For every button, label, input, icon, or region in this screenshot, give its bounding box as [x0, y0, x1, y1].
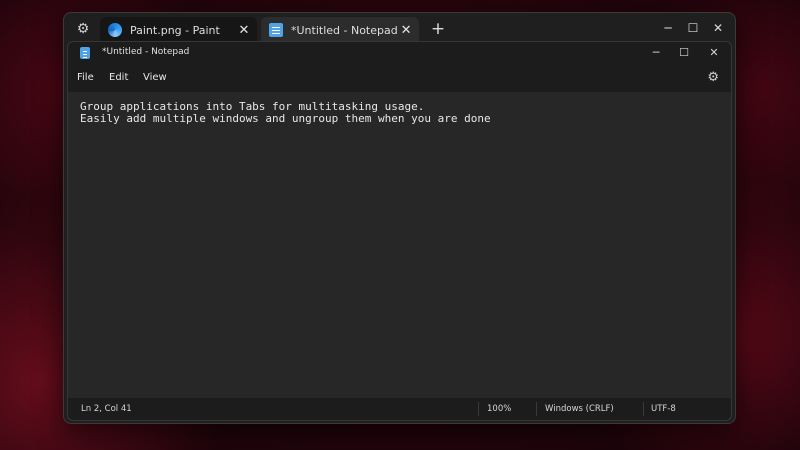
menu-bar: File Edit View ⚙	[68, 64, 731, 92]
menu-view[interactable]: View	[143, 72, 167, 83]
tab-paint[interactable]: Paint.png - Paint ✕	[100, 17, 257, 43]
maximize-button[interactable]: ☐	[672, 44, 696, 62]
close-icon[interactable]: ✕	[397, 23, 415, 38]
paint-icon	[108, 23, 122, 37]
settings-gear-icon[interactable]: ⚙	[707, 70, 719, 85]
minimize-button[interactable]: ─	[644, 44, 668, 62]
maximize-button[interactable]: ☐	[680, 19, 706, 37]
close-button[interactable]: ✕	[705, 19, 731, 37]
notepad-titlebar: *Untitled - Notepad ─ ☐ ✕	[68, 42, 731, 64]
encoding: UTF-8	[651, 404, 676, 414]
menu-edit[interactable]: Edit	[109, 72, 128, 83]
notepad-icon	[80, 47, 90, 59]
plus-icon[interactable]: +	[427, 19, 449, 39]
divider	[478, 402, 479, 416]
divider	[536, 402, 537, 416]
cursor-position: Ln 2, Col 41	[81, 404, 132, 414]
tab-bar: ⚙ Paint.png - Paint ✕ *Untitled - Notepa…	[64, 13, 735, 44]
line-ending: Windows (CRLF)	[545, 404, 614, 414]
menu-file[interactable]: File	[77, 72, 94, 83]
tab-label: Paint.png - Paint	[130, 23, 220, 37]
divider	[643, 402, 644, 416]
gear-icon[interactable]: ⚙	[72, 18, 94, 40]
window-title: *Untitled - Notepad	[102, 47, 190, 57]
status-bar: Ln 2, Col 41 100% Windows (CRLF) UTF-8	[68, 398, 731, 420]
notepad-window: *Untitled - Notepad ─ ☐ ✕ File Edit View…	[67, 41, 732, 421]
tab-label: *Untitled - Notepad	[291, 23, 398, 37]
minimize-button[interactable]: ─	[655, 19, 681, 37]
editor-content[interactable]: Group applications into Tabs for multita…	[80, 101, 491, 125]
text-editor[interactable]: Group applications into Tabs for multita…	[68, 92, 731, 398]
tab-notepad[interactable]: *Untitled - Notepad ✕	[261, 17, 419, 44]
close-icon[interactable]: ✕	[235, 23, 253, 38]
tabbed-window: ⚙ Paint.png - Paint ✕ *Untitled - Notepa…	[63, 12, 736, 424]
notepad-icon	[269, 23, 283, 37]
close-button[interactable]: ✕	[702, 44, 726, 62]
zoom-level: 100%	[487, 404, 512, 414]
